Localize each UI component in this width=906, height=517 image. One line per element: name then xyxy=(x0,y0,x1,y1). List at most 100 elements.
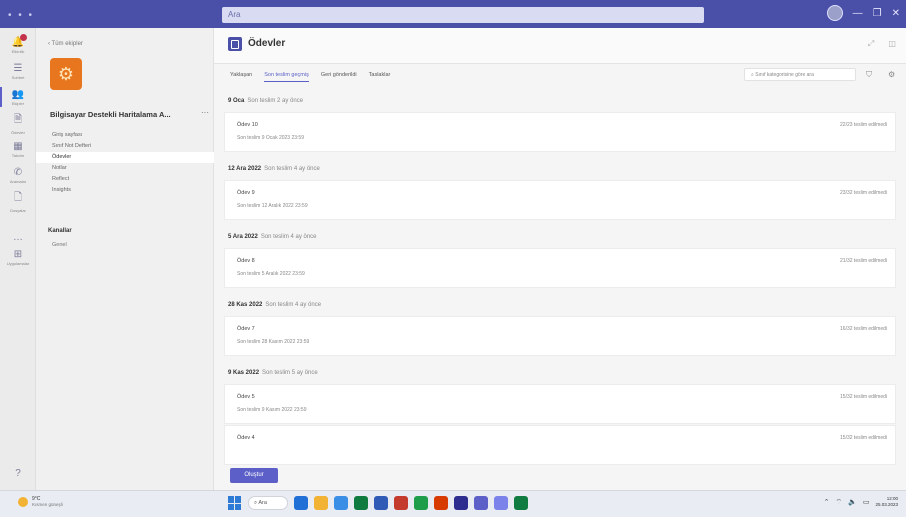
taskbar-search-label: Ara xyxy=(258,500,267,506)
rail-label: Dosyalar xyxy=(10,207,26,213)
assignment-list: 9 Oca Son teslim 2 ay önce Ödev 10 Son te… xyxy=(214,96,906,466)
more-options-icon[interactable]: • • • xyxy=(8,10,34,21)
taskbar-search[interactable]: ⌕ Ara xyxy=(248,496,288,510)
battery-icon[interactable]: ▭ xyxy=(863,498,870,506)
nav-item-reflect[interactable]: Reflect xyxy=(36,174,214,185)
chat-icon: ☰ xyxy=(13,62,23,74)
nav-item-grades[interactable]: Notlar xyxy=(36,163,214,174)
rail-assignments[interactable]: 🗎 Ödevler xyxy=(0,110,36,136)
taskbar-apps: ⌕ Ara xyxy=(228,496,528,510)
group-date-text: 28 Kas 2022 xyxy=(228,302,263,308)
taskbar-app-icon[interactable] xyxy=(374,496,388,510)
taskbar-app-icon[interactable] xyxy=(494,496,508,510)
minimize-icon[interactable]: — xyxy=(853,8,863,19)
tab-drafts[interactable]: Taslaklar xyxy=(369,72,391,82)
more-icon: … xyxy=(13,231,23,243)
rail-files[interactable]: 🗋 Dosyalar xyxy=(0,188,36,214)
assignment-group: 9 Kas 2022 Son teslim 5 ay önce Ödev 5 So… xyxy=(214,368,906,466)
group-date: 28 Kas 2022 Son teslim 4 ay önce xyxy=(228,302,321,308)
assignment-due: Son teslim 28 Kasım 2022 23:59 xyxy=(237,339,310,345)
filter-icon[interactable]: ⛉ xyxy=(866,70,872,80)
expand-icon[interactable]: ⤢ ◫ xyxy=(868,39,902,49)
taskbar-app-icon[interactable] xyxy=(314,496,328,510)
assignment-status: 22/23 teslim edilmedi xyxy=(840,122,887,128)
assignment-title: Ödev 7 xyxy=(237,326,255,332)
filter-placeholder: Sınıf kategorisine göre ara xyxy=(755,72,814,78)
assignment-due: Son teslim 5 Aralık 2022 23:59 xyxy=(237,271,305,277)
maximize-icon[interactable]: ❐ xyxy=(873,8,882,19)
assignment-status: 16/32 teslim edilmedi xyxy=(840,326,887,332)
search-bar[interactable]: Ara xyxy=(222,7,704,23)
tab-past-due[interactable]: Son teslim geçmiş xyxy=(264,72,309,82)
assignment-card[interactable]: Ödev 9 Son teslim 12 Aralık 2022 23:59 2… xyxy=(224,180,896,220)
rail-teams[interactable]: 👥 Ekipler xyxy=(0,84,36,110)
assignment-status: 15/32 teslim edilmedi xyxy=(840,435,887,441)
app-header: Ödevler ⤢ ◫ xyxy=(214,28,906,64)
back-to-teams-link[interactable]: ‹ Tüm ekipler xyxy=(48,41,83,47)
taskbar-app-icon[interactable] xyxy=(354,496,368,510)
group-date: 9 Oca Son teslim 2 ay önce xyxy=(228,98,303,104)
assignment-card[interactable]: Ödev 10 Son teslim 9 Ocak 2023 23:59 22/… xyxy=(224,112,896,152)
taskbar-app-icon[interactable] xyxy=(394,496,408,510)
wifi-icon[interactable]: ⌔ xyxy=(836,498,843,507)
rail-label: Uygulamalar xyxy=(6,260,30,266)
assignment-status: 21/32 teslim edilmedi xyxy=(840,258,887,264)
team-sidebar: ‹ Tüm ekipler ⚙ Bilgisayar Destekli Hari… xyxy=(36,28,214,490)
assignment-card[interactable]: Ödev 7 Son teslim 28 Kasım 2022 23:59 16… xyxy=(224,316,896,356)
assignment-title: Ödev 5 xyxy=(237,394,255,400)
taskbar-app-icon[interactable] xyxy=(414,496,428,510)
rail-help[interactable]: ? xyxy=(0,460,36,486)
rail-label: Ödevler xyxy=(10,129,25,135)
taskbar-app-icon[interactable] xyxy=(474,496,488,510)
taskbar-app-icon[interactable] xyxy=(334,496,348,510)
taskbar-app-icon[interactable] xyxy=(434,496,448,510)
chevron-up-icon[interactable]: ⌃ xyxy=(824,498,830,506)
taskbar-app-icon[interactable] xyxy=(514,496,528,510)
tab-returned[interactable]: Geri gönderildi xyxy=(321,72,357,82)
assignments-pane: Ödevler ⤢ ◫ Yaklaşan Son teslim geçmiş G… xyxy=(214,28,906,490)
assignment-due: Son teslim 9 Ocak 2023 23:59 xyxy=(237,135,304,141)
rail-activity[interactable]: 🔔 Etkinlik xyxy=(0,32,36,58)
nav-item-home[interactable]: Giriş sayfası xyxy=(36,130,214,141)
category-search-input[interactable]: ⌕ Sınıf kategorisine göre ara xyxy=(744,68,856,81)
page-title: Ödevler xyxy=(248,38,286,49)
nav-item-insights[interactable]: Insights xyxy=(36,185,214,196)
weather-description: Kısmen güneşli xyxy=(32,502,63,507)
speaker-icon[interactable]: 🔈 xyxy=(848,498,857,506)
group-date: 5 Ara 2022 Son teslim 4 ay önce xyxy=(228,234,317,240)
tab-upcoming[interactable]: Yaklaşan xyxy=(230,72,252,82)
team-nav: Giriş sayfası Sınıf Not Defteri Ödevler … xyxy=(36,130,214,196)
group-meta: Son teslim 4 ay önce xyxy=(265,302,322,308)
rail-apps[interactable]: ⊞ Uygulamalar xyxy=(0,244,36,270)
assignments-app-icon xyxy=(228,37,242,51)
clock[interactable]: 12:00 25.03.2023 xyxy=(875,496,898,508)
assignment-card[interactable]: Ödev 5 Son teslim 9 Kasım 2022 23:59 15/… xyxy=(224,384,896,424)
assignment-card[interactable]: Ödev 8 Son teslim 5 Aralık 2022 23:59 21… xyxy=(224,248,896,288)
clock-date: 25.03.2023 xyxy=(875,502,898,507)
rail-calendar[interactable]: ▦ Takvim xyxy=(0,136,36,162)
close-icon[interactable]: ✕ xyxy=(892,8,900,19)
group-meta: Son teslim 2 ay önce xyxy=(247,98,304,104)
assignment-due: Son teslim 9 Kasım 2022 23:59 xyxy=(237,407,307,413)
rail-chat[interactable]: ☰ Sohbet xyxy=(0,58,36,84)
windows-start-icon[interactable] xyxy=(228,496,242,510)
help-icon: ? xyxy=(15,467,21,479)
group-date-text: 5 Ara 2022 xyxy=(228,234,258,240)
gear-icon[interactable]: ⚙ xyxy=(888,70,895,79)
weather-widget[interactable]: 9°C Kısmen güneşli xyxy=(18,496,63,508)
channel-general[interactable]: Genel xyxy=(52,242,67,248)
gears-icon: ⚙ xyxy=(57,63,75,84)
rail-calls[interactable]: ✆ Aramalar xyxy=(0,162,36,188)
assignment-card[interactable]: Ödev 4 15/32 teslim edilmedi xyxy=(224,425,896,465)
nav-item-notebook[interactable]: Sınıf Not Defteri xyxy=(36,141,214,152)
avatar[interactable] xyxy=(826,5,843,21)
assignment-status: 23/32 teslim edilmedi xyxy=(840,190,887,196)
sun-icon xyxy=(18,497,28,507)
channels-heading: Kanallar xyxy=(48,228,72,234)
taskbar-app-icon[interactable] xyxy=(454,496,468,510)
taskbar-app-icon[interactable] xyxy=(294,496,308,510)
create-button[interactable]: Oluştur xyxy=(230,468,278,483)
team-more-button[interactable]: ··· xyxy=(201,108,209,117)
nav-item-assignments[interactable]: Ödevler xyxy=(36,152,214,163)
assignments-icon: 🗎 xyxy=(13,113,23,125)
